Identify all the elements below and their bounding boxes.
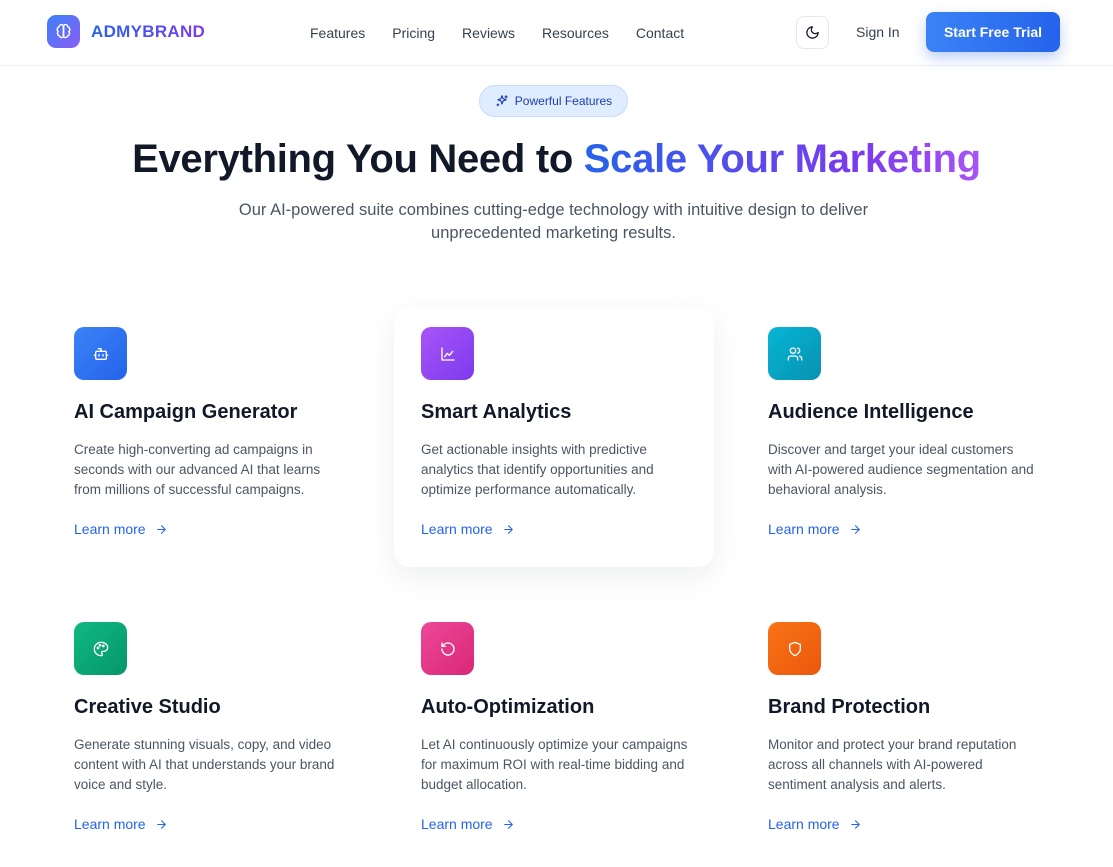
feature-title: Audience Intelligence — [768, 401, 974, 423]
feature-description: Let AI continuously optimize your campai… — [421, 737, 688, 792]
features-badge: Powerful Features — [479, 85, 628, 117]
features-badge-label: Powerful Features — [514, 94, 613, 108]
nav-link-contact[interactable]: Contact — [636, 25, 684, 41]
bot-icon — [93, 346, 109, 362]
sign-in-link[interactable]: Sign In — [856, 24, 900, 40]
feature-title: AI Campaign Generator — [74, 401, 298, 423]
feature-card-ai-campaign-generator: AI Campaign Generator Create high-conver… — [74, 327, 394, 587]
learn-more-link[interactable]: Learn more — [768, 816, 862, 832]
feature-card-brand-protection: Brand Protection Monitor and protect you… — [768, 622, 1088, 867]
start-free-trial-button[interactable]: Start Free Trial — [926, 12, 1060, 52]
site-header: ADMYBRAND Features Pricing Reviews Resou… — [0, 0, 1113, 66]
nav-link-features[interactable]: Features — [310, 25, 365, 41]
main-nav: Features Pricing Reviews Resources Conta… — [310, 0, 711, 66]
feature-title: Auto-Optimization — [421, 696, 595, 718]
sparkles-icon — [495, 94, 509, 108]
learn-more-label: Learn more — [74, 521, 146, 537]
users-icon — [787, 346, 803, 362]
rotate-icon — [440, 641, 456, 657]
palette-icon — [93, 641, 109, 657]
hero-subtitle: Our AI-powered suite combines cutting-ed… — [238, 201, 869, 242]
learn-more-link[interactable]: Learn more — [421, 816, 515, 832]
feature-card-creative-studio: Creative Studio Generate stunning visual… — [74, 622, 394, 867]
feature-icon-tile — [421, 622, 474, 675]
learn-more-label: Learn more — [768, 816, 840, 832]
learn-more-link[interactable]: Learn more — [421, 521, 515, 537]
hero-title-plain: Everything You Need to — [132, 137, 584, 181]
feature-card-smart-analytics: Smart Analytics Get actionable insights … — [394, 307, 714, 567]
feature-icon-tile — [74, 327, 127, 380]
shield-icon — [787, 641, 803, 657]
feature-icon-tile — [768, 622, 821, 675]
brand-name: ADMYBRAND — [91, 21, 206, 41]
learn-more-link[interactable]: Learn more — [74, 816, 168, 832]
arrow-right-icon — [849, 523, 862, 536]
arrow-right-icon — [502, 523, 515, 536]
learn-more-label: Learn more — [421, 521, 493, 537]
line-chart-icon — [440, 346, 456, 362]
feature-icon-tile — [421, 327, 474, 380]
arrow-right-icon — [502, 818, 515, 831]
feature-title: Smart Analytics — [421, 401, 572, 423]
feature-title: Brand Protection — [768, 696, 931, 718]
learn-more-label: Learn more — [421, 816, 493, 832]
feature-description: Create high-converting ad campaigns in s… — [74, 442, 321, 497]
learn-more-label: Learn more — [74, 816, 146, 832]
feature-description: Discover and target your ideal customers… — [768, 442, 1034, 497]
moon-icon — [805, 25, 820, 40]
feature-description: Monitor and protect your brand reputatio… — [768, 737, 1017, 792]
feature-card-auto-optimization: Auto-Optimization Let AI continuously op… — [421, 622, 741, 867]
feature-card-audience-intelligence: Audience Intelligence Discover and targe… — [768, 327, 1088, 587]
learn-more-link[interactable]: Learn more — [768, 521, 862, 537]
brain-icon — [47, 15, 80, 48]
hero-title-highlight: Scale Your Marketing — [583, 137, 981, 181]
nav-link-reviews[interactable]: Reviews — [462, 25, 515, 41]
feature-title: Creative Studio — [74, 696, 221, 718]
learn-more-label: Learn more — [768, 521, 840, 537]
arrow-right-icon — [155, 818, 168, 831]
arrow-right-icon — [155, 523, 168, 536]
theme-toggle-button[interactable] — [796, 16, 829, 49]
brand-home-link[interactable]: ADMYBRAND — [47, 15, 205, 48]
feature-description: Get actionable insights with predictive … — [421, 442, 654, 497]
feature-icon-tile — [768, 327, 821, 380]
hero-title: Everything You Need to Scale Your Market… — [0, 134, 1113, 184]
feature-icon-tile — [74, 622, 127, 675]
learn-more-link[interactable]: Learn more — [74, 521, 168, 537]
feature-description: Generate stunning visuals, copy, and vid… — [74, 737, 335, 792]
nav-link-pricing[interactable]: Pricing — [392, 25, 435, 41]
arrow-right-icon — [849, 818, 862, 831]
nav-link-resources[interactable]: Resources — [542, 25, 609, 41]
